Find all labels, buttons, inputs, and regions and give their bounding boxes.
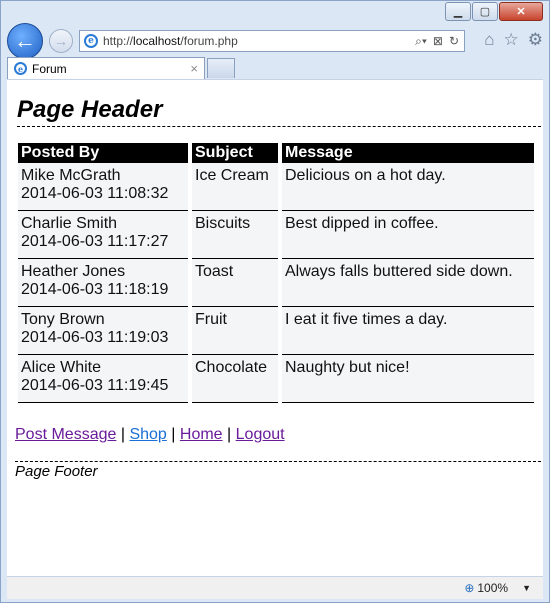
new-tab-button[interactable] <box>207 58 235 78</box>
table-row: Charlie Smith 2014-06-03 11:17:27 Biscuit… <box>18 211 534 259</box>
shop-link[interactable]: Shop <box>129 426 166 443</box>
minimize-button[interactable]: ▁ <box>445 2 471 21</box>
maximize-button[interactable]: ▢ <box>472 2 498 21</box>
forum-table: Posted By Subject Message Mike McGrath 20… <box>14 143 538 403</box>
arrow-left-icon: ← <box>14 28 36 53</box>
status-bar: ⊕ 100% ▼ <box>7 576 543 599</box>
zoom-level[interactable]: 100% <box>477 581 508 595</box>
poster-name: Heather Jones <box>21 263 126 280</box>
link-separator: | <box>120 426 125 443</box>
post-time: 2014-06-03 11:19:45 <box>21 377 169 394</box>
zoom-dropdown-icon[interactable]: ▼ <box>522 583 531 593</box>
ie-tab-icon: e <box>14 62 27 75</box>
message-cell: I eat it five times a day. <box>282 307 534 355</box>
poster-name: Alice White <box>21 359 102 376</box>
post-time: 2014-06-03 11:18:19 <box>21 281 169 298</box>
table-row: Mike McGrath 2014-06-03 11:08:32 Ice Crea… <box>18 163 534 211</box>
address-url[interactable]: http://localhost/forum.php <box>103 34 415 48</box>
arrow-right-icon: → <box>54 33 68 49</box>
column-header-posted-by: Posted By <box>18 143 188 163</box>
subject-cell: Toast <box>192 259 278 307</box>
close-window-button[interactable]: ✕ <box>499 2 543 21</box>
posted-by-cell: Mike McGrath 2014-06-03 11:08:32 <box>18 163 188 211</box>
subject-cell: Biscuits <box>192 211 278 259</box>
back-button[interactable]: ← <box>7 23 43 59</box>
table-row: Tony Brown 2014-06-03 11:19:03 Fruit I ea… <box>18 307 534 355</box>
posted-by-cell: Tony Brown 2014-06-03 11:19:03 <box>18 307 188 355</box>
posted-by-cell: Charlie Smith 2014-06-03 11:17:27 <box>18 211 188 259</box>
subject-cell: Chocolate <box>192 355 278 403</box>
address-bar[interactable]: e http://localhost/forum.php ⌕▾ ⊠ ↻ <box>79 30 465 52</box>
link-separator: | <box>171 426 176 443</box>
message-cell: Delicious on a hot day. <box>282 163 534 211</box>
settings-gear-icon[interactable]: ⚙ <box>528 30 543 50</box>
subject-cell: Fruit <box>192 307 278 355</box>
poster-name: Tony Brown <box>21 311 105 328</box>
window-controls: ▁ ▢ ✕ <box>445 2 543 21</box>
link-separator: | <box>227 426 232 443</box>
home-link[interactable]: Home <box>180 426 223 443</box>
poster-name: Mike McGrath <box>21 167 121 184</box>
ie-page-icon: e <box>84 34 98 48</box>
page-header: Page Header <box>17 96 541 127</box>
message-cell: Best dipped in coffee. <box>282 211 534 259</box>
column-header-subject: Subject <box>192 143 278 163</box>
column-header-message: Message <box>282 143 534 163</box>
post-time: 2014-06-03 11:19:03 <box>21 329 169 346</box>
post-message-link[interactable]: Post Message <box>15 426 116 443</box>
page-footer: Page Footer <box>15 461 541 480</box>
refresh-icon[interactable]: ↻ <box>449 34 459 49</box>
navigation-bar: ← → e http://localhost/forum.php ⌕▾ ⊠ ↻ … <box>7 23 543 59</box>
table-row: Heather Jones 2014-06-03 11:18:19 Toast A… <box>18 259 534 307</box>
tab-forum[interactable]: e Forum × <box>7 57 205 79</box>
message-cell: Always falls buttered side down. <box>282 259 534 307</box>
home-icon[interactable]: ⌂ <box>484 30 494 50</box>
posted-by-cell: Alice White 2014-06-03 11:19:45 <box>18 355 188 403</box>
browser-window: ▁ ▢ ✕ ← → e http://localhost/forum.php ⌕… <box>0 0 550 603</box>
logout-link[interactable]: Logout <box>236 426 285 443</box>
address-actions: ⌕▾ ⊠ ↻ <box>415 34 459 49</box>
post-time: 2014-06-03 11:17:27 <box>21 233 169 250</box>
favorites-star-icon[interactable]: ☆ <box>504 30 519 50</box>
message-cell: Naughty but nice! <box>282 355 534 403</box>
compatibility-icon[interactable]: ⊠ <box>433 34 443 49</box>
forward-button[interactable]: → <box>49 29 73 53</box>
posted-by-cell: Heather Jones 2014-06-03 11:18:19 <box>18 259 188 307</box>
search-icon[interactable]: ⌕▾ <box>415 34 427 49</box>
table-header-row: Posted By Subject Message <box>18 143 534 163</box>
poster-name: Charlie Smith <box>21 215 118 232</box>
page-content: Page Header Posted By Subject Message Mi… <box>7 79 543 577</box>
toolbar-right: ⌂ ☆ ⚙ <box>484 30 543 50</box>
post-time: 2014-06-03 11:08:32 <box>21 185 169 202</box>
table-row: Alice White 2014-06-03 11:19:45 Chocolate… <box>18 355 534 403</box>
nav-links: Post Message | Shop | Home | Logout <box>15 426 285 444</box>
subject-cell: Ice Cream <box>192 163 278 211</box>
close-tab-icon[interactable]: × <box>190 61 198 76</box>
tab-title: Forum <box>32 61 67 76</box>
tab-strip: e Forum × <box>7 57 543 79</box>
zoom-icon[interactable]: ⊕ <box>464 581 474 595</box>
